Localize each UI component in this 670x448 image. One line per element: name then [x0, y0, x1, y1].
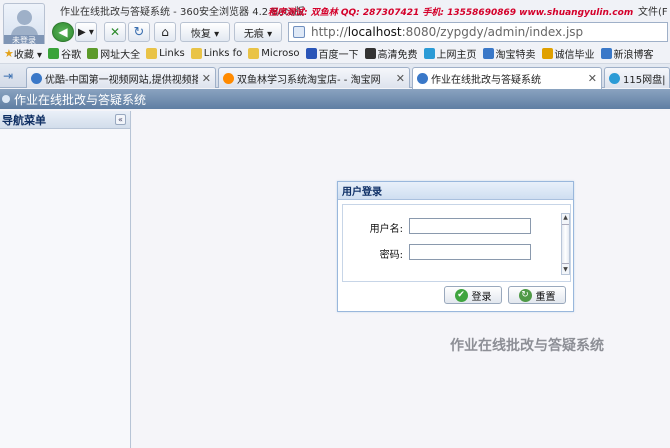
login-dialog: 用户登录 用户名: 密码: ▲ ▼ ✔ 登录 ↻ 重置	[337, 181, 574, 312]
login-form: 用户名: 密码: ▲ ▼	[342, 204, 571, 282]
sidebar-title: 导航菜单	[2, 113, 46, 127]
back-button[interactable]: ◀	[52, 22, 74, 42]
app-logo-icon	[2, 95, 10, 103]
favorite-hd-free[interactable]: 高清免费	[364, 46, 418, 61]
scroll-down-icon[interactable]: ▼	[562, 266, 569, 274]
refresh-button[interactable]: ↻	[128, 22, 150, 42]
reset-icon: ↻	[518, 288, 532, 302]
taobao-tab-icon	[223, 72, 234, 84]
avatar-head-icon	[17, 10, 32, 25]
google-icon	[48, 48, 60, 59]
favorite-graduation[interactable]: 诚信毕业	[541, 46, 595, 61]
promo-text: 程序测试: 双鱼林 QQ: 287307421 手机: 13558690869 …	[268, 8, 634, 18]
login-title: 用户登录	[342, 187, 382, 198]
password-label: 密码:	[379, 250, 403, 261]
tab-homework-system[interactable]: 作业在线批改与答疑系统 ✕	[412, 67, 602, 89]
sidebar-header: 导航菜单 «	[0, 111, 130, 129]
nav-toolbar: ◀ ▶ ▾ ✕ ↻ ⌂ 恢复 ▾ 无痕 ▾ http://localhost:8…	[48, 20, 670, 44]
tab-youku[interactable]: 优酷-中国第一视频网站,提供视频播… ✕	[26, 67, 216, 88]
tab-bar: ⇥ 优酷-中国第一视频网站,提供视频播… ✕ 双鱼林学习系统淘宝店- - 淘宝网…	[0, 64, 670, 89]
close-icon[interactable]: ✕	[396, 72, 405, 85]
url-host: localhost	[347, 25, 402, 39]
favorite-taobao[interactable]: 淘宝特卖	[482, 46, 536, 61]
favorite-baidu[interactable]: 百度一下	[305, 46, 359, 61]
incognito-button[interactable]: 无痕 ▾	[234, 22, 282, 42]
app-title: 作业在线批改与答疑系统	[14, 92, 147, 107]
star-icon: ★	[4, 47, 14, 60]
tab-taobao[interactable]: 双鱼林学习系统淘宝店- - 淘宝网 ✕	[218, 67, 410, 88]
reset-button[interactable]: ↻ 重置	[508, 286, 566, 304]
sina-icon	[600, 48, 612, 59]
folder-icon	[146, 48, 158, 59]
favorite-links-for[interactable]: Links fo	[190, 48, 242, 59]
folder-icon	[248, 48, 260, 59]
gold-icon	[541, 48, 553, 59]
restore-button[interactable]: 恢复 ▾	[180, 22, 230, 42]
forward-button[interactable]: ▶ ▾	[75, 22, 97, 42]
check-icon: ✔	[454, 288, 468, 302]
favorite-links[interactable]: Links	[146, 48, 185, 59]
baidu-icon	[305, 48, 317, 59]
password-input[interactable]	[409, 244, 531, 260]
system-name-text: 作业在线批改与答疑系统	[450, 338, 604, 354]
folder-icon	[190, 48, 202, 59]
address-bar[interactable]: http://localhost:8080/zypgdy/admin/index…	[288, 22, 668, 42]
close-icon[interactable]: ✕	[202, 72, 211, 85]
menu-file[interactable]: 文件(F	[638, 3, 668, 18]
username-input[interactable]	[409, 218, 531, 234]
netdisk-icon	[609, 72, 620, 84]
form-scrollbar[interactable]: ▲ ▼	[561, 213, 570, 275]
youku-icon	[31, 72, 42, 84]
login-button[interactable]: ✔ 登录	[444, 286, 502, 304]
favorite-home-page[interactable]: 上网主页	[423, 46, 477, 61]
home-button[interactable]: ⌂	[154, 22, 176, 42]
avatar[interactable]: 未登录	[3, 3, 45, 48]
sidebar-toggle-icon[interactable]: ⇥	[3, 69, 17, 83]
favorites-menu[interactable]: ★ 收藏 ▾	[4, 46, 42, 61]
favorite-hao123[interactable]: 网址大全	[87, 46, 140, 61]
page-tab-icon	[417, 73, 428, 84]
page-icon	[293, 26, 305, 38]
sidebar: 导航菜单 «	[0, 111, 131, 448]
favorites-bar: ★ 收藏 ▾ 谷歌 网址大全 Links Links fo Microso 百度一…	[0, 44, 670, 64]
film-icon	[364, 48, 376, 59]
favorite-microsoft[interactable]: Microso	[248, 48, 300, 59]
login-dialog-header: 用户登录	[338, 182, 573, 200]
favorite-google[interactable]: 谷歌	[48, 46, 81, 61]
ie-icon	[87, 48, 99, 59]
scroll-up-icon[interactable]: ▲	[562, 214, 569, 222]
app-header: 作业在线批改与答疑系统	[0, 89, 670, 109]
url-prefix: http://	[311, 25, 348, 39]
collapse-icon[interactable]: «	[115, 114, 126, 125]
stop-button[interactable]: ✕	[104, 22, 126, 42]
tab-115-netdisk[interactable]: 115网盘|网盘	[604, 67, 670, 88]
taobao-icon	[482, 48, 494, 59]
username-label: 用户名:	[369, 224, 403, 235]
url-path: :8080/zypgdy/admin/index.jsp	[401, 25, 584, 39]
close-icon[interactable]: ✕	[588, 72, 597, 85]
home-page-icon	[423, 48, 435, 59]
scroll-thumb[interactable]	[562, 224, 569, 264]
favorite-sina-blog[interactable]: 新浪博客	[600, 46, 654, 61]
